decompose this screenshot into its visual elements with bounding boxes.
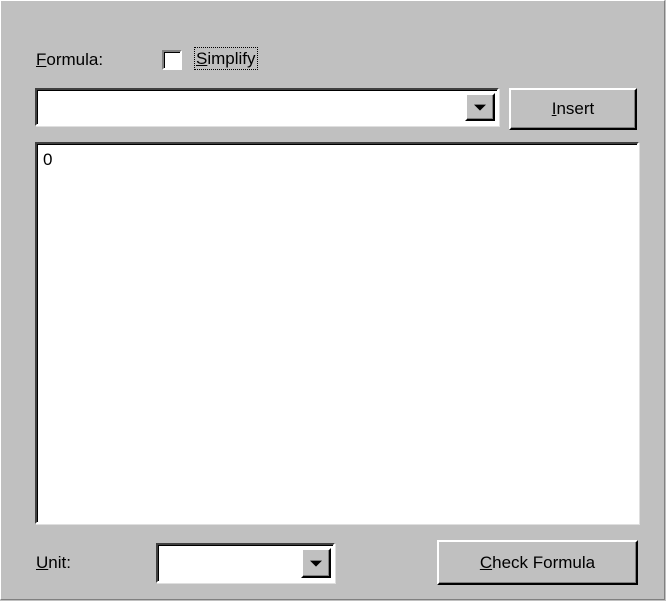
insert-button[interactable]: Insert [509,88,637,130]
formula-editor-text: 0 [43,150,53,169]
formula-dropdown-button[interactable] [465,93,495,121]
simplify-checkbox[interactable] [162,50,182,70]
chevron-down-icon [474,104,486,111]
chevron-down-icon [310,560,322,567]
simplify-label[interactable]: Simplify [194,47,258,70]
unit-dropdown-button[interactable] [301,548,331,578]
formula-label: Formula: [36,50,104,69]
check-formula-button[interactable]: Check Formula [437,540,638,585]
formula-editor[interactable]: 0 [35,142,639,524]
unit-combobox[interactable] [156,543,335,583]
unit-label: Unit: [36,553,71,572]
formula-combobox[interactable] [35,88,499,126]
